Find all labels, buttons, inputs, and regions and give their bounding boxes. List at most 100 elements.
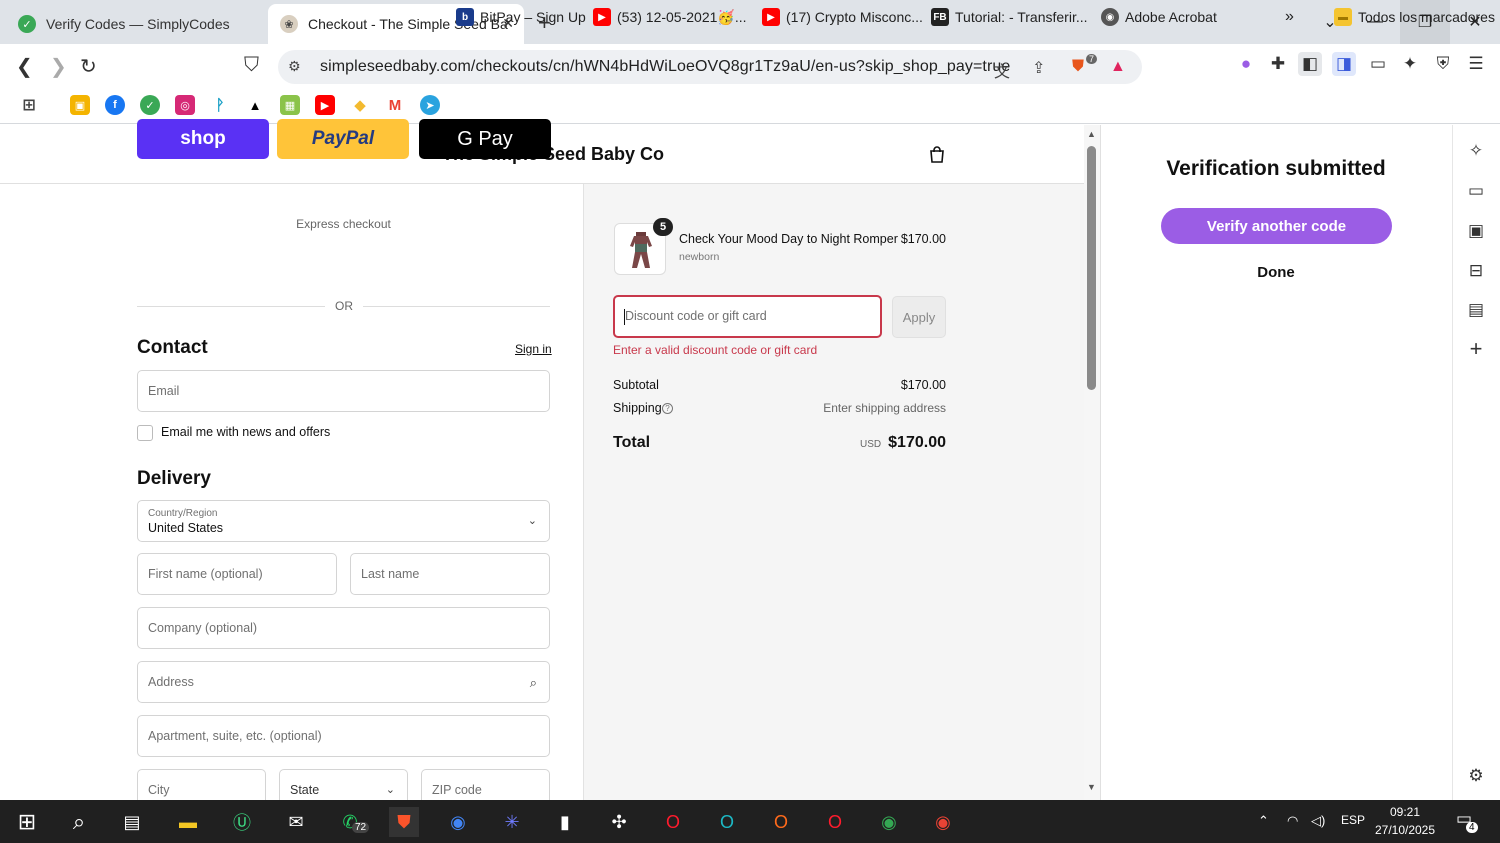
upwork-icon[interactable]: Ⓤ [227, 807, 257, 837]
app-bug-icon[interactable]: ✣ [604, 807, 634, 837]
bookmark-facebook-icon[interactable]: f [105, 95, 125, 115]
stocks-chart-icon[interactable]: ▮ [550, 807, 580, 837]
bookmark-instagram-icon[interactable]: ◎ [175, 95, 195, 115]
forward-icon[interactable]: ❯ [50, 54, 67, 79]
volume-icon[interactable]: ◁) [1311, 813, 1325, 829]
brave-shields-icon[interactable]: ⛊ [1072, 58, 1084, 76]
apply-button[interactable]: Apply [892, 296, 946, 338]
language-indicator[interactable]: ESP [1341, 813, 1365, 827]
url-bar[interactable]: ⚙ simpleseedbaby.com/checkouts/cn/hWN4bH… [278, 50, 1142, 84]
windows-start-icon[interactable]: ⊞ [12, 807, 42, 837]
bookmark-gmail-icon[interactable]: M [385, 95, 405, 115]
settings-gear-icon[interactable]: ⚙ [1464, 764, 1488, 788]
state-select[interactable]: State ⌄ [279, 769, 408, 800]
address-field[interactable]: Address ⌕ [137, 661, 550, 703]
discount-code-field[interactable]: Discount code or gift card [613, 295, 882, 338]
email-field[interactable]: Email [137, 370, 550, 412]
first-name-field[interactable]: First name (optional) [137, 553, 337, 595]
scroll-up-icon[interactable]: ▲ [1087, 129, 1096, 139]
bookmark-all-folder[interactable]: ▬ Todos los marcadores [1334, 6, 1495, 28]
simplycodes-icon: ✓ [18, 15, 36, 33]
bookmark-app-icon[interactable]: ᚹ [210, 95, 230, 115]
translate-icon[interactable]: 文 [994, 58, 1010, 82]
country-select[interactable]: Country/Region United States ⌄ [137, 500, 550, 542]
bookmark-tutorial[interactable]: FB Tutorial: - Transferir... [931, 6, 1088, 28]
add-icon[interactable]: + [1464, 336, 1488, 361]
shopping-bag-icon[interactable] [928, 145, 946, 163]
vpn-icon[interactable]: ⛨ [1431, 52, 1455, 76]
bookmark-simplycodes-icon[interactable]: ✓ [140, 95, 160, 115]
tab-verify-codes[interactable]: ✓ Verify Codes — SimplyCodes [10, 4, 260, 44]
shop-pay-button[interactable]: shop [137, 119, 269, 159]
shipping-label: Shipping [613, 401, 662, 415]
opera-red-icon[interactable]: O [820, 807, 850, 837]
side-panel-icon[interactable]: ◨ [1332, 52, 1356, 76]
opera-icon[interactable]: O [658, 807, 688, 837]
leo-ai-icon[interactable]: ✧ [1464, 139, 1488, 163]
bookmark-classroom-icon[interactable]: ▣ [70, 95, 90, 115]
menu-icon[interactable]: ☰ [1464, 52, 1488, 76]
paypal-button[interactable]: PayPal [277, 119, 409, 159]
google-pay-button[interactable]: G Pay [419, 119, 551, 159]
apartment-field[interactable]: Apartment, suite, etc. (optional) [137, 715, 550, 757]
share-icon[interactable]: ⇪ [1032, 58, 1045, 78]
quantity-badge: 5 [653, 218, 673, 236]
mail-icon[interactable]: ✉ [281, 807, 311, 837]
app-network-icon[interactable]: ✳ [497, 807, 527, 837]
brave-browser-icon[interactable]: ⛊ [389, 807, 419, 837]
wallet-icon[interactable]: ▣ [1464, 219, 1488, 243]
bookmark-binance-icon[interactable]: ◆ [350, 95, 370, 115]
sidebar-toggle-icon[interactable]: ◧ [1298, 52, 1322, 76]
delivery-heading: Delivery [137, 468, 211, 489]
chrome-profile-icon[interactable]: ◉ [874, 807, 904, 837]
leo-ai-icon[interactable]: ✦ [1398, 52, 1422, 76]
chrome-profile-n-icon[interactable]: ◉ [928, 807, 958, 837]
chevron-up-icon[interactable]: ⌃ [1258, 813, 1269, 829]
email-placeholder: Email [148, 384, 180, 398]
last-name-field[interactable]: Last name [350, 553, 550, 595]
help-icon[interactable]: ? [662, 403, 673, 414]
search-icon[interactable]: ⌕ [64, 807, 94, 837]
reload-icon[interactable]: ↻ [80, 54, 97, 79]
product-price: $170.00 [900, 232, 946, 246]
newsletter-checkbox[interactable] [137, 425, 153, 441]
done-button[interactable]: Done [1100, 264, 1452, 281]
browser-tab-bar: ✓ Verify Codes — SimplyCodes ❀ Checkout … [0, 0, 1500, 44]
opera-gx-icon[interactable]: O [712, 807, 742, 837]
scrollbar-thumb[interactable] [1087, 146, 1096, 390]
site-settings-icon[interactable]: ⚙ [288, 58, 301, 75]
opera-orange-icon[interactable]: O [766, 807, 796, 837]
bookmark-icon[interactable]: ⛉ [244, 54, 259, 77]
wallet-icon[interactable]: ▭ [1366, 52, 1390, 76]
verify-another-code-button[interactable]: Verify another code [1161, 208, 1392, 244]
simplycodes-extension-icon[interactable]: ● [1234, 52, 1258, 76]
extensions-icon[interactable]: ✚ [1266, 52, 1290, 76]
wallet-card-icon[interactable]: ▭ [1464, 179, 1488, 203]
apps-grid-icon[interactable]: ⊞ [19, 95, 39, 115]
zip-field[interactable]: ZIP code [421, 769, 550, 800]
sign-in-link[interactable]: Sign in [515, 342, 552, 356]
scroll-down-icon[interactable]: ▼ [1087, 782, 1096, 792]
more-bookmarks-icon[interactable]: » [1285, 6, 1294, 28]
notifications-count: 4 [1466, 822, 1478, 833]
system-clock[interactable]: 09:21 27/10/2025 [1370, 803, 1440, 839]
bookmark-photos-icon[interactable]: ▦ [280, 95, 300, 115]
task-view-icon[interactable]: ▤ [117, 807, 147, 837]
bookmark-youtube-icon[interactable]: ▶ [315, 95, 335, 115]
wifi-icon[interactable]: ◠ [1287, 813, 1298, 829]
bookmark-crypto-video[interactable]: ▶ (17) Crypto Misconc... [762, 6, 923, 28]
bookmark-bitpay[interactable]: b BitPay – Sign Up [456, 6, 586, 28]
bookmark-adobe[interactable]: ◉ Adobe Acrobat [1101, 6, 1217, 28]
city-field[interactable]: City [137, 769, 266, 800]
bookmark-youtube-video[interactable]: ▶ (53) 12-05-2021🥳... [593, 6, 747, 28]
reading-list-icon[interactable]: ▤ [1464, 298, 1488, 322]
file-explorer-icon[interactable]: ▬ [173, 807, 203, 837]
bookmark-telegram-icon[interactable]: ➤ [420, 95, 440, 115]
back-icon[interactable]: ❮ [16, 54, 33, 79]
chrome-icon[interactable]: ◉ [443, 807, 473, 837]
bookmark-arrow-icon[interactable]: ▲ [245, 95, 265, 115]
bookmarks-icon[interactable]: ⊟ [1464, 259, 1488, 283]
url-text[interactable]: simpleseedbaby.com/checkouts/cn/hWN4bHdW… [320, 58, 1010, 76]
brave-rewards-icon[interactable]: ▲ [1110, 58, 1126, 76]
company-field[interactable]: Company (optional) [137, 607, 550, 649]
